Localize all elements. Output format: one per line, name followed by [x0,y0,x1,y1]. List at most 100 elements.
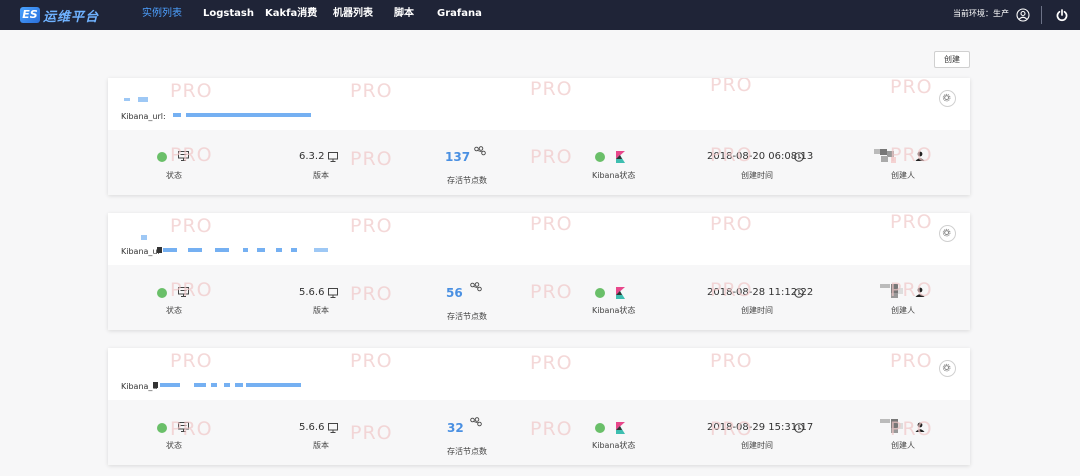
status-caption: 状态 [166,306,182,315]
nav-kafka-consume[interactable]: Kakfa消费 [265,0,317,30]
kibana-url-label: Kibana_url: [121,112,166,121]
watermark: PRO [170,418,213,440]
watermark: PRO [710,418,753,440]
watermark: PRO [530,281,573,303]
watermark: PRO [710,279,753,301]
watermark: PRO [530,418,573,440]
creator-caption: 创建人 [891,441,915,450]
watermark: PRO [710,350,753,372]
watermark: PRO [530,352,573,374]
instance-card: Kibana_ur 状态 5.6.6 版本 56 存活节点数 Kibana状态 … [108,213,970,330]
watermark: PRO [890,78,933,98]
alive-nodes-count[interactable]: 32 [447,421,464,435]
alive-nodes-count[interactable]: 137 [445,150,470,164]
alive-nodes-caption: 存活节点数 [447,447,487,456]
toolbar-divider [1041,6,1042,24]
watermark: PRO [170,350,213,372]
watermark: PRO [890,418,933,440]
settings-button[interactable] [939,360,956,377]
version-icon [328,152,338,162]
watermark: PRO [890,350,933,372]
instance-card: Kibana_url: 状态 6.3.2 版本 137 存活节点数 Kibana… [108,78,970,195]
alive-nodes-count[interactable]: 56 [446,286,463,300]
watermark: PRO [890,279,933,301]
kibana-logo-icon[interactable] [616,151,625,163]
created-time-caption: 创建时间 [741,171,773,180]
kibana-url-redacted[interactable] [160,383,180,387]
kibana-url-redacted[interactable] [163,248,177,252]
watermark: PRO [710,213,753,235]
watermark: PRO [890,213,933,233]
status-caption: 状态 [166,171,182,180]
nav-machine-list[interactable]: 机器列表 [333,0,373,30]
nav-grafana[interactable]: Grafana [437,0,482,30]
kibana-url-redacted[interactable] [173,113,181,117]
creator-caption: 创建人 [891,171,915,180]
nodes-cluster-icon [474,146,486,156]
status-caption: 状态 [166,441,182,450]
watermark: PRO [710,78,753,96]
logo-title: 运维平台 [43,9,100,25]
settings-button[interactable] [939,90,956,107]
kibana-logo-icon[interactable] [616,422,625,434]
settings-button[interactable] [939,225,956,242]
status-ok-icon [157,288,167,298]
gear-icon [942,228,951,237]
watermark: PRO [350,80,393,102]
watermark: PRO [890,144,933,166]
top-nav-bar: ES 运维平台 实例列表 Logstash Kakfa消费 机器列表 脚本 Gr… [0,0,1080,30]
kibana-status-caption: Kibana状态 [592,441,636,450]
status-ok-icon [157,423,167,433]
watermark: PRO [350,215,393,237]
watermark: PRO [350,350,393,372]
creator-caption: 创建人 [891,306,915,315]
status-ok-icon [157,152,167,162]
logo-es-mark: ES [20,7,40,23]
clock-icon [794,152,804,162]
alive-nodes-caption: 存活节点数 [447,312,487,321]
version-caption: 版本 [313,441,329,450]
watermark: PRO [350,148,393,170]
watermark: PRO [530,213,573,235]
kibana-status-caption: Kibana状态 [592,306,636,315]
nav-instance-list[interactable]: 实例列表 [142,0,182,30]
version-icon [328,423,338,433]
watermark: PRO [350,422,393,444]
watermark: PRO [170,80,213,102]
kibana-status-ok-icon [595,288,605,298]
created-time-caption: 创建时间 [741,306,773,315]
logout-power-icon[interactable] [1055,8,1069,22]
logo[interactable]: ES 运维平台 [20,5,99,25]
version-caption: 版本 [313,171,329,180]
nav-scripts[interactable]: 脚本 [394,0,414,30]
version-value: 6.3.2 [299,151,325,162]
watermark: PRO [170,215,213,237]
nodes-cluster-icon [470,417,482,427]
instance-card: Kibana_u 状态 5.6.6 版本 32 存活节点数 Kibana状态 2… [108,348,970,465]
watermark: PRO [530,78,573,100]
watermark: PRO [170,279,213,301]
kibana-url-label: Kibana_ur [121,247,161,256]
clock-icon [794,423,804,433]
nav-logstash[interactable]: Logstash [203,0,254,30]
watermark: PRO [710,144,753,166]
gear-icon [942,93,951,102]
kibana-logo-icon[interactable] [616,287,625,299]
create-button[interactable]: 创建 [934,51,970,68]
nodes-cluster-icon [470,282,482,292]
alive-nodes-caption: 存活节点数 [447,176,487,185]
gear-icon [942,363,951,372]
kibana-status-ok-icon [595,423,605,433]
environment-label: 当前环境：生产 [953,9,1009,18]
version-value: 5.6.6 [299,422,325,433]
version-icon [328,288,338,298]
created-time-caption: 创建时间 [741,441,773,450]
watermark: PRO [350,283,393,305]
clock-icon [794,288,804,298]
user-profile-icon[interactable] [1016,8,1030,22]
watermark: PRO [530,146,573,168]
kibana-status-caption: Kibana状态 [592,171,636,180]
version-caption: 版本 [313,306,329,315]
kibana-status-ok-icon [595,152,605,162]
version-value: 5.6.6 [299,287,325,298]
